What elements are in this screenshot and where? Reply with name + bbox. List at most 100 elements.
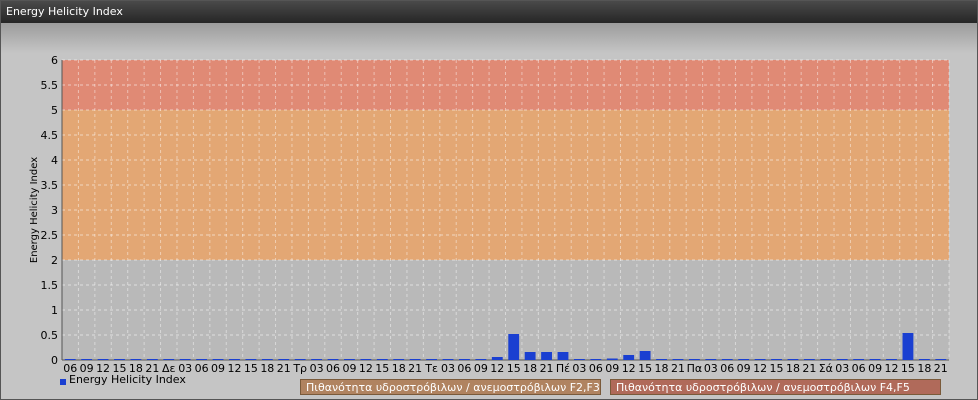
y-tick-label: 0.5 bbox=[41, 329, 59, 342]
y-axis-label: Energy Helicity Index bbox=[29, 157, 40, 263]
bar bbox=[573, 359, 585, 360]
bar bbox=[245, 359, 257, 360]
x-tick-label: 21 bbox=[277, 362, 291, 375]
bar bbox=[820, 359, 832, 360]
bar bbox=[688, 359, 700, 360]
y-axis-ticks: 0 0.5 1 1.5 2 2.5 3 3.5 4 4.5 5 5.5 6 bbox=[41, 54, 59, 367]
y-tick-label: 4 bbox=[51, 154, 58, 167]
bar bbox=[771, 359, 782, 360]
x-tick-label: 15 bbox=[901, 362, 915, 375]
x-tick-label: 09 bbox=[737, 362, 751, 375]
x-tick-label: 15 bbox=[638, 362, 652, 375]
bar bbox=[705, 359, 717, 360]
bar bbox=[393, 359, 405, 360]
x-tick-label: 21 bbox=[802, 362, 816, 375]
bar bbox=[376, 359, 388, 360]
x-tick-label: 21 bbox=[671, 362, 685, 375]
x-tick-label: 18 bbox=[523, 362, 537, 375]
bar bbox=[853, 359, 865, 360]
x-tick-label: 09 bbox=[605, 362, 619, 375]
bar bbox=[541, 352, 552, 360]
bar bbox=[803, 359, 815, 360]
legend-series-label[interactable]: Energy Helicity Index bbox=[69, 373, 186, 386]
x-tick-label: 06 bbox=[720, 362, 734, 375]
x-tick-label: Τρ bbox=[292, 362, 307, 375]
x-tick-label: Πα bbox=[687, 362, 703, 375]
x-axis-ticks: 06 09 12 15 18 21 Δε 03 06 09 12 15 18 21 Τρ 03 06 09 12 15… bbox=[63, 362, 948, 375]
bar bbox=[738, 359, 750, 360]
helicity-chart: 0 0.5 1 1.5 2 2.5 3 3.5 4 4.5 5 5.5 6 06 09 12 15 18 21 Δε… bbox=[29, 54, 950, 375]
bar bbox=[360, 359, 372, 360]
x-tick-label: 03 bbox=[441, 362, 455, 375]
x-tick-label: 15 bbox=[244, 362, 258, 375]
bar bbox=[639, 351, 651, 360]
y-tick-label: 1 bbox=[51, 304, 58, 317]
y-tick-label: 3.5 bbox=[41, 179, 59, 192]
legend-swatch bbox=[60, 379, 66, 385]
x-tick-label: 09 bbox=[342, 362, 356, 375]
x-tick-label: 12 bbox=[753, 362, 767, 375]
bar bbox=[81, 359, 93, 360]
y-tick-label: 5.5 bbox=[41, 79, 59, 92]
bar bbox=[146, 359, 158, 360]
bar bbox=[475, 359, 487, 360]
x-tick-label: 18 bbox=[917, 362, 931, 375]
y-tick-label: 3 bbox=[51, 204, 58, 217]
x-tick-label: 09 bbox=[474, 362, 488, 375]
probability-f2-f3-box: Πιθανότητα υδροστρόβιλων / ανεμοστρόβιλω… bbox=[300, 379, 601, 395]
bar bbox=[721, 359, 733, 360]
bar bbox=[508, 334, 520, 360]
bar bbox=[886, 359, 897, 360]
probability-f4-f5-box: Πιθανότητα υδροστρόβιλων / ανεμοστρόβιλω… bbox=[610, 379, 941, 395]
bar bbox=[754, 359, 766, 360]
bar bbox=[491, 357, 503, 360]
bar bbox=[344, 359, 355, 360]
bar bbox=[656, 359, 667, 360]
x-tick-label: 18 bbox=[392, 362, 406, 375]
bar bbox=[590, 359, 602, 360]
bar bbox=[426, 359, 438, 360]
y-tick-label: 2.5 bbox=[41, 229, 59, 242]
x-tick-label: Σά bbox=[819, 362, 833, 375]
x-tick-label: Πέ bbox=[556, 362, 570, 375]
bar bbox=[261, 359, 273, 360]
bar bbox=[409, 359, 421, 360]
bar bbox=[623, 355, 635, 360]
bar bbox=[97, 359, 109, 360]
x-tick-label: 12 bbox=[227, 362, 241, 375]
x-tick-label: 06 bbox=[589, 362, 603, 375]
bar bbox=[787, 359, 799, 360]
x-tick-label: 09 bbox=[868, 362, 882, 375]
x-tick-label: 03 bbox=[310, 362, 324, 375]
x-tick-label: 21 bbox=[934, 362, 948, 375]
x-tick-label: 06 bbox=[457, 362, 471, 375]
y-tick-label: 4.5 bbox=[41, 129, 59, 142]
y-tick-label: 5 bbox=[51, 104, 58, 117]
bar bbox=[327, 359, 339, 360]
bar bbox=[163, 359, 175, 360]
bar bbox=[918, 359, 930, 360]
bar bbox=[836, 359, 848, 360]
y-tick-label: 1.5 bbox=[41, 279, 59, 292]
x-tick-label: 18 bbox=[655, 362, 669, 375]
bar bbox=[557, 352, 569, 360]
bar bbox=[442, 359, 454, 360]
bar bbox=[196, 359, 208, 360]
y-tick-label: 2 bbox=[51, 254, 58, 267]
bar bbox=[869, 359, 881, 360]
x-tick-label: 12 bbox=[490, 362, 504, 375]
y-tick-label: 6 bbox=[51, 54, 58, 67]
bar bbox=[311, 359, 323, 360]
bar bbox=[459, 359, 470, 360]
x-tick-label: 09 bbox=[211, 362, 225, 375]
x-tick-label: 06 bbox=[326, 362, 340, 375]
y-tick-label: 0 bbox=[51, 354, 58, 367]
bar bbox=[935, 359, 947, 360]
x-tick-label: 21 bbox=[408, 362, 422, 375]
bar bbox=[672, 359, 684, 360]
x-tick-label: 03 bbox=[835, 362, 849, 375]
bar bbox=[278, 359, 290, 360]
bar bbox=[130, 359, 142, 360]
bar bbox=[179, 359, 191, 360]
bar bbox=[64, 359, 76, 360]
